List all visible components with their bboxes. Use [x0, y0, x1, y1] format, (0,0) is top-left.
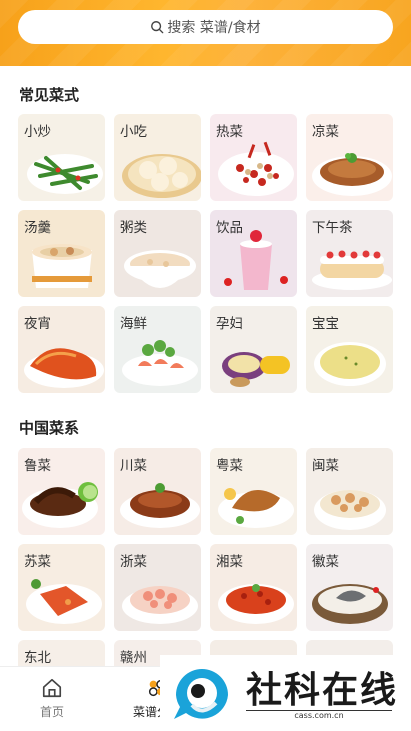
card-label: 浙菜 [120, 554, 147, 570]
card-label: 鲁菜 [24, 458, 51, 474]
card-label: 宝宝 [312, 316, 339, 332]
card-label: 粥类 [120, 220, 147, 236]
watermark: 社科在线 cass.com.cn [160, 655, 411, 731]
search-placeholder: 搜索 菜谱/食材 [167, 20, 261, 36]
category-card-lucai[interactable]: 鲁菜 [18, 448, 105, 535]
category-card-yexiao[interactable]: 夜宵 [18, 306, 105, 393]
category-card-recai[interactable]: 热菜 [210, 114, 297, 201]
section-title-common: 常见菜式 [19, 86, 80, 104]
card-label: 川菜 [120, 458, 147, 474]
category-card-zhecai[interactable]: 浙菜 [114, 544, 201, 631]
category-card-zhoulei[interactable]: 粥类 [114, 210, 201, 297]
search-bar[interactable]: 搜索 菜谱/食材 [18, 10, 393, 44]
category-card-tanggeng[interactable]: 汤羹 [18, 210, 105, 297]
card-label: 闽菜 [312, 458, 339, 474]
card-label: 徽菜 [312, 554, 339, 570]
category-card-chuancai[interactable]: 川菜 [114, 448, 201, 535]
card-label: 凉菜 [312, 124, 339, 140]
card-label: 粤菜 [216, 458, 243, 474]
watermark-brand: 社科在线 [246, 670, 399, 711]
category-card-huicai[interactable]: 徽菜 [306, 544, 393, 631]
watermark-logo-icon [174, 669, 228, 719]
card-label: 赣州 [120, 650, 147, 666]
card-label: 海鲜 [120, 316, 147, 332]
category-card-xiaochao[interactable]: 小炒 [18, 114, 105, 201]
category-card-xiangcai[interactable]: 湘菜 [210, 544, 297, 631]
category-card-sucai[interactable]: 苏菜 [18, 544, 105, 631]
category-card-liangcai[interactable]: 凉菜 [306, 114, 393, 201]
nav-home-label: 首页 [39, 705, 64, 719]
card-label: 热菜 [216, 124, 243, 140]
card-label: 孕妇 [216, 316, 243, 332]
category-card-mincai[interactable]: 闽菜 [306, 448, 393, 535]
card-label: 小炒 [24, 124, 51, 140]
content-area: 常见菜式 小炒 小吃 热菜 凉菜 汤羹 粥类 饮品 下午茶 夜宵 海鲜 孕妇 宝… [0, 66, 411, 666]
category-card-xiawucha[interactable]: 下午茶 [306, 210, 393, 297]
card-label: 汤羹 [24, 220, 51, 236]
category-card-dongbei[interactable]: 东北 [18, 640, 105, 666]
card-label: 饮品 [216, 220, 243, 236]
card-label: 苏菜 [24, 554, 51, 570]
card-label: 夜宵 [24, 316, 51, 332]
card-label: 下午茶 [312, 220, 353, 236]
category-card-baobao[interactable]: 宝宝 [306, 306, 393, 393]
category-card-xiaochi[interactable]: 小吃 [114, 114, 201, 201]
category-card-yunfu[interactable]: 孕妇 [210, 306, 297, 393]
home-icon [42, 678, 62, 698]
card-label: 湘菜 [216, 554, 243, 570]
category-card-yinpin[interactable]: 饮品 [210, 210, 297, 297]
category-card-haixian[interactable]: 海鲜 [114, 306, 201, 393]
search-icon [151, 21, 164, 34]
nav-home[interactable]: 首页 [22, 677, 82, 720]
card-label: 东北 [24, 650, 51, 666]
watermark-domain: cass.com.cn [246, 710, 392, 721]
category-card-yuecai[interactable]: 粤菜 [210, 448, 297, 535]
section-title-cuisine: 中国菜系 [19, 419, 80, 437]
card-label: 小吃 [120, 124, 147, 140]
